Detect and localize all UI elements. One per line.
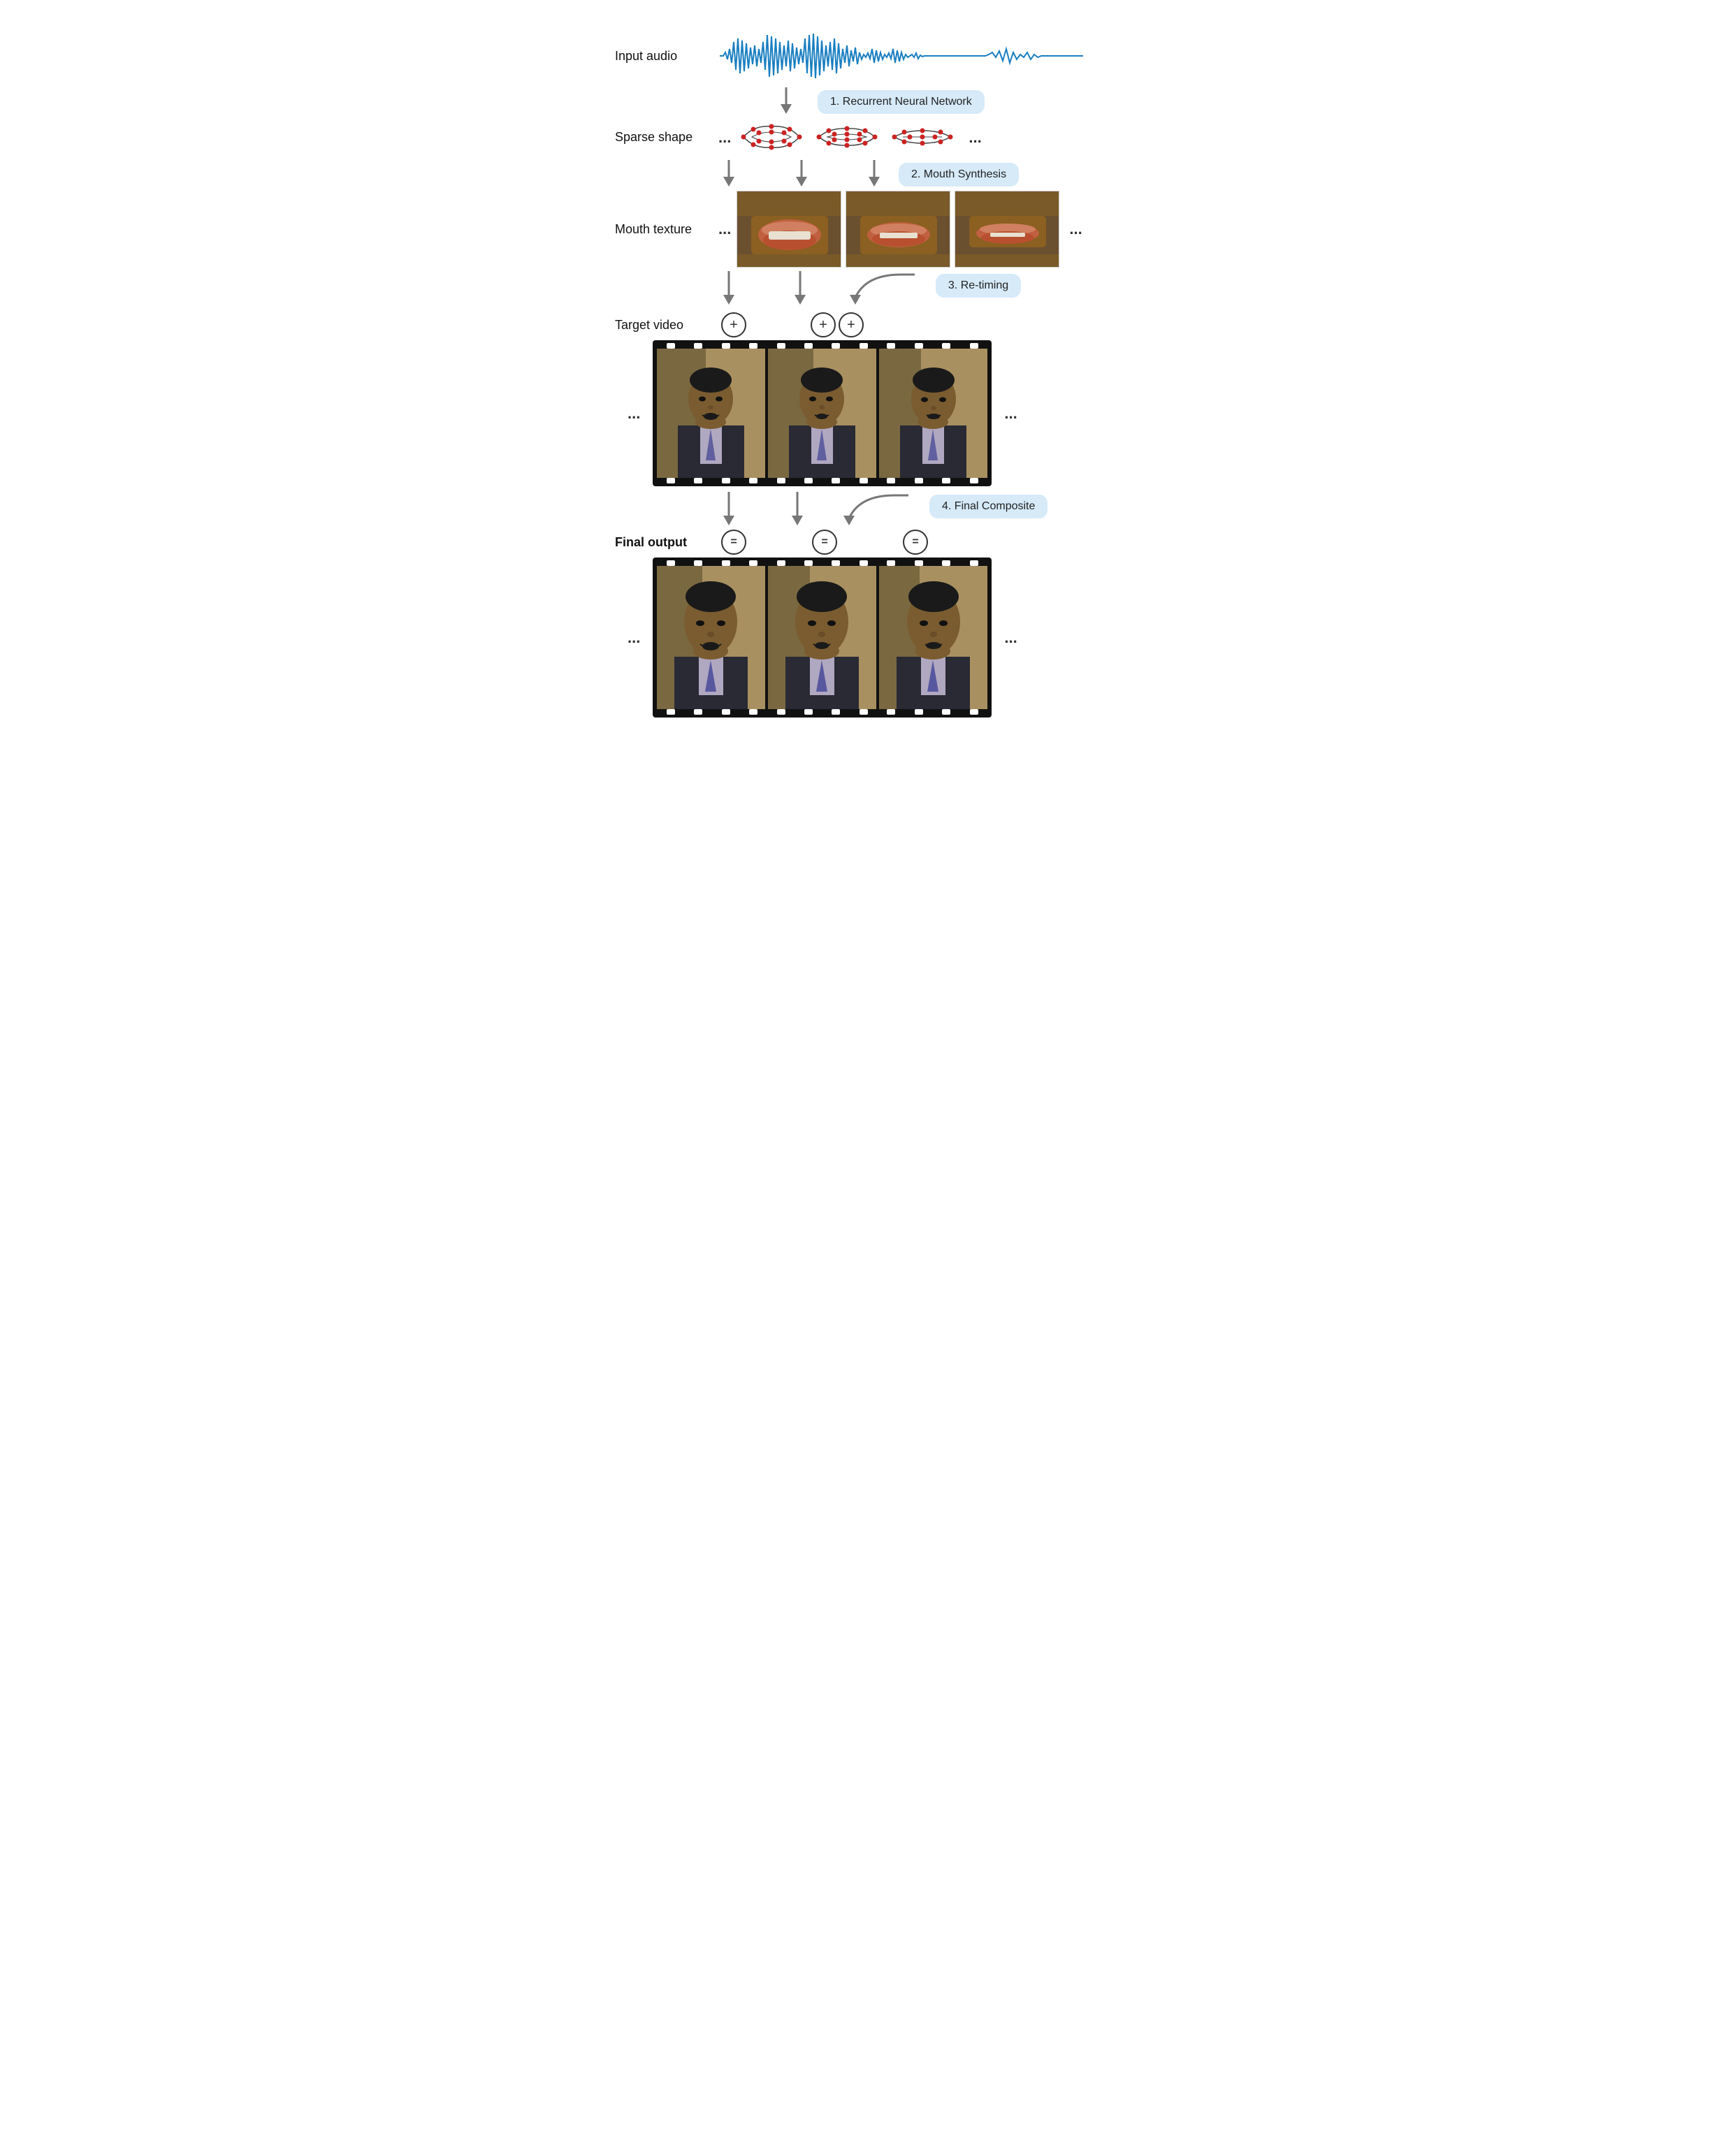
step2-bubble: 2. Mouth Synthesis bbox=[899, 163, 1019, 187]
plus-circle-1: + bbox=[721, 312, 746, 337]
step3-bubble: 3. Re-timing bbox=[936, 274, 1021, 298]
final-frame-1 bbox=[657, 566, 765, 709]
dots-right-4: ... bbox=[1004, 629, 1017, 647]
down-arrow-3a bbox=[718, 271, 739, 306]
waveform-icon bbox=[720, 28, 1083, 84]
video-frame-3 bbox=[879, 349, 987, 478]
final-frame-2 bbox=[768, 566, 876, 709]
final-output-label: Final output bbox=[615, 535, 713, 550]
input-audio-label: Input audio bbox=[615, 49, 713, 64]
pipeline-diagram: Input audio 1. Recurrent Neural Network … bbox=[601, 14, 1132, 730]
mouth-img-1 bbox=[737, 191, 841, 268]
mouth-img-3 bbox=[955, 191, 1059, 268]
target-video-filmstrip: ... bbox=[622, 340, 1023, 486]
arrow4-row: 4. Final Composite bbox=[718, 492, 1118, 527]
final-output-filmstrip: ... bbox=[622, 558, 1023, 718]
dots-left-4: ... bbox=[628, 629, 640, 647]
mouth-texture-label: Mouth texture bbox=[615, 222, 713, 237]
plus-circle-2: + bbox=[811, 312, 836, 337]
sparse-shape-label: Sparse shape bbox=[615, 130, 713, 145]
mouth-texture-row: Mouth texture ... bbox=[615, 191, 1118, 268]
arrow2-row: 2. Mouth Synthesis bbox=[718, 160, 1118, 188]
equals-circle-1: = bbox=[721, 530, 746, 555]
dots-left-2: ... bbox=[718, 220, 731, 238]
down-arrow-4a bbox=[718, 492, 739, 527]
dots-right-3: ... bbox=[1004, 405, 1017, 423]
target-video-plus-row: Target video + + + bbox=[615, 312, 1118, 337]
arrow1-row: 1. Recurrent Neural Network bbox=[776, 87, 1118, 115]
retiming-curved-arrow bbox=[845, 271, 929, 306]
mouth-img-2 bbox=[846, 191, 950, 268]
down-arrow-4b bbox=[787, 492, 808, 527]
waveform-container bbox=[720, 28, 1083, 84]
equals-circle-2: = bbox=[812, 530, 837, 555]
down-arrow-2c bbox=[864, 160, 885, 188]
final-frame-3 bbox=[879, 566, 987, 709]
down-arrow-2a bbox=[718, 160, 739, 188]
dots-left-1: ... bbox=[718, 129, 731, 147]
lip-shape-1 bbox=[737, 118, 806, 156]
plus-circle-3: + bbox=[839, 312, 864, 337]
input-audio-row: Input audio bbox=[615, 28, 1118, 84]
down-arrow-1 bbox=[776, 87, 797, 115]
step4-bubble: 4. Final Composite bbox=[929, 495, 1047, 518]
lip-shape-2 bbox=[812, 118, 882, 156]
video-frame-1 bbox=[657, 349, 765, 478]
lip-shape-3 bbox=[887, 118, 957, 156]
final-output-equals-row: Final output = = = bbox=[615, 530, 1118, 555]
target-video-label: Target video bbox=[615, 318, 713, 333]
step1-bubble: 1. Recurrent Neural Network bbox=[818, 90, 985, 114]
sparse-shape-row: Sparse shape ... bbox=[615, 118, 1118, 156]
dots-right-2: ... bbox=[1069, 220, 1082, 238]
arrow3-row: 3. Re-timing bbox=[718, 271, 1118, 309]
down-arrow-3b bbox=[790, 271, 811, 306]
down-arrow-2b bbox=[791, 160, 812, 188]
equals-circle-3: = bbox=[903, 530, 928, 555]
video-frame-2 bbox=[768, 349, 876, 478]
dots-right-1: ... bbox=[969, 129, 981, 147]
composite-curved-arrow bbox=[839, 492, 922, 527]
dots-left-3: ... bbox=[628, 405, 640, 423]
